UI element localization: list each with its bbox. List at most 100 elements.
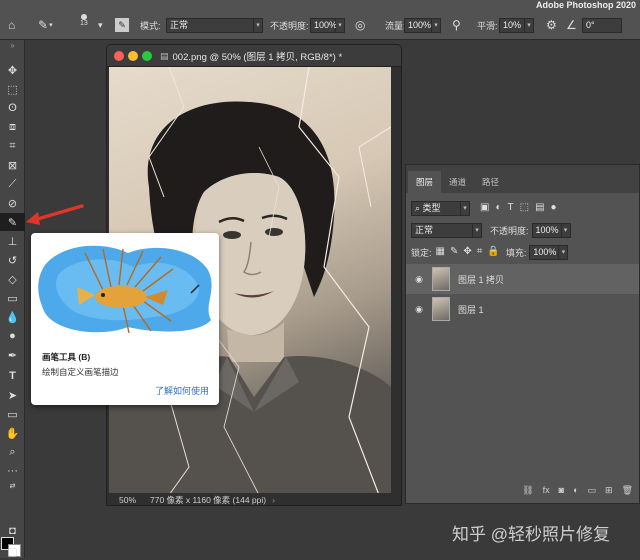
fill-label: 填充: [505,247,527,258]
brush-size-picker[interactable]: 13 [80,14,88,32]
path-selection-tool-icon[interactable]: ➤ [0,386,25,404]
lock-artboard-icon[interactable]: ⌗ [477,244,483,260]
link-layers-icon[interactable]: ⛓ [522,485,533,496]
hand-tool-icon[interactable]: ✋ [0,424,25,442]
quick-mask-icon[interactable]: ◘ [0,522,25,540]
smoothing-field[interactable]: 10% ▾ [499,16,534,34]
lock-all-icon[interactable]: 🔒 [487,244,499,260]
brush-settings-icon[interactable]: ✎ [115,16,129,34]
tools-panel: » ✥ ⬚ ʘ ⧈ ⌗ ⊠ ⟋ ⊘ ✎ ⊥ ↺ ◇ ▭ 💧 ● ✒ T ➤ ▭ … [0,40,25,558]
lock-transparent-icon[interactable]: ▦ [436,244,445,260]
eyedropper-tool-icon[interactable]: ⟋ [0,175,25,193]
learn-how-link[interactable]: 了解如何使用 [155,384,209,397]
brush-size-value: 13 [80,20,88,27]
angle-field[interactable]: 0° [582,16,622,34]
eraser-tool-icon[interactable]: ◇ [0,270,25,288]
fill-value: 100% [529,244,560,260]
trash-icon[interactable]: 🗑 [622,485,633,496]
dodge-tool-icon[interactable]: ● [0,327,25,345]
shape-filter-icon[interactable]: ⬚ [520,200,529,216]
tooltip-preview-image [33,235,217,339]
marquee-tool-icon[interactable]: ⬚ [0,80,25,98]
crop-tool-icon[interactable]: ⌗ [0,137,25,155]
collapse-toolbar-icon[interactable]: » [0,40,25,50]
mode-label: 模式: [140,20,161,31]
brush-preset-icon[interactable]: ✎ ▾ [38,16,53,34]
blend-mode-select[interactable]: 正常 ▾ [411,222,482,238]
history-brush-tool-icon[interactable]: ↺ [0,251,25,269]
swap-colors-icon[interactable]: ⇄ [0,480,25,492]
maximize-window-button[interactable] [142,50,152,61]
frame-tool-icon[interactable]: ⊠ [0,156,25,174]
more-tools-icon[interactable]: ··· [0,462,25,480]
flow-field[interactable]: 100% ▾ [404,16,441,34]
gradient-tool-icon[interactable]: ▭ [0,289,25,307]
add-mask-icon[interactable]: ◙ [559,485,564,495]
new-group-icon[interactable]: ▭ [588,485,597,496]
smart-object-filter-icon[interactable]: ▤ [535,200,544,216]
chevron-down-icon: ▾ [561,222,571,238]
type-tool-icon[interactable]: T [0,367,25,385]
screen-mode-icon[interactable]: ▢ [0,542,25,560]
move-tool-icon[interactable]: ✥ [0,61,25,79]
pen-tool-icon[interactable]: ✒ [0,346,25,364]
red-arrow-annotation [26,204,84,225]
layers-panel-footer: ⛓ fx ◙ ◐ ▭ ⊞ 🗑 [406,477,639,503]
app-title: Adobe Photoshop 2020 [535,0,636,10]
document-info: 770 像素 x 1160 像素 (144 ppi) [150,494,267,505]
options-bar: Adobe Photoshop 2020 ⌂ ✎ ▾ 13 ▾ ✎ 模式: 正常 ▾… [0,0,640,40]
image-filter-icon[interactable]: ▣ [480,200,489,216]
opacity-label: 不透明度: [270,20,309,31]
layer-name[interactable]: 图层 1 [458,303,484,316]
layer-opacity-field[interactable]: 100% ▾ [531,222,571,238]
minimize-window-button[interactable] [128,50,138,61]
adjustment-layer-icon[interactable]: ◐ [573,485,578,495]
chevron-down-icon: ▾ [461,200,470,216]
tab-paths[interactable]: 路径 [474,171,507,193]
chevron-down-icon: ▾ [525,17,534,33]
adjustment-filter-icon[interactable]: ◐ [495,200,501,216]
layer-row-base[interactable]: ◉ 图层 1 [406,294,639,324]
eye-icon[interactable]: ◉ [412,304,426,315]
pressure-opacity-icon[interactable]: ◎ [355,16,365,34]
layer-name[interactable]: 图层 1 拷贝 [458,273,504,286]
close-window-button[interactable] [114,50,124,61]
fill-field[interactable]: 100% ▾ [529,244,569,260]
chevron-down-icon: ▾ [559,244,569,260]
layers-panel: 图层 通道 路径 ⌕ 类型 ▾ ▣ ◐ T ⬚ ▤ ● 正常 ▾ 不透明度: 100… [405,164,640,504]
blur-tool-icon[interactable]: 💧 [0,308,25,326]
new-layer-icon[interactable]: ⊞ [605,485,613,496]
layer-style-icon[interactable]: fx [543,485,550,495]
filter-toggle-icon[interactable]: ● [551,200,557,216]
layer-filter-select[interactable]: ⌕ 类型 ▾ [411,200,470,216]
airbrush-icon[interactable]: ⚲ [452,16,461,34]
chevron-right-icon[interactable]: › [272,495,275,505]
tab-channels[interactable]: 通道 [441,171,474,193]
brush-demo-illustration [38,245,212,334]
layer-thumbnail [432,297,450,321]
tab-layers[interactable]: 图层 [408,171,442,193]
blend-mode-value: 正常 [411,222,473,238]
layer-row-copy[interactable]: ◉ 图层 1 拷贝 [406,264,639,294]
mode-select[interactable]: 正常 ▾ [166,16,263,34]
zoom-level[interactable]: 50% [119,495,136,505]
rectangle-tool-icon[interactable]: ▭ [0,405,25,423]
filter-kind-value: 类型 [422,202,441,213]
zoom-tool-icon[interactable]: ⌕ [0,443,25,461]
home-icon[interactable]: ⌂ [8,16,24,34]
type-filter-icon[interactable]: T [508,200,514,216]
clone-stamp-tool-icon[interactable]: ⊥ [0,232,25,250]
lasso-tool-icon[interactable]: ʘ [0,99,25,117]
watermark-text: 知乎 @轻秒照片修复 [452,525,610,544]
chevron-down-icon: ▾ [473,222,482,238]
quick-selection-tool-icon[interactable]: ⧈ [0,118,25,136]
gear-icon[interactable]: ⚙ [546,16,557,34]
lock-image-icon[interactable]: ✎ [450,244,458,260]
opacity-field[interactable]: 100% ▾ [310,16,345,34]
angle-value: 0° [582,17,622,33]
flow-label: 流量: [385,20,406,31]
brush-dropdown-caret[interactable]: ▾ [98,16,103,34]
smoothing-value: 10% [499,17,525,33]
eye-icon[interactable]: ◉ [412,274,426,285]
lock-position-icon[interactable]: ✥ [463,244,471,260]
